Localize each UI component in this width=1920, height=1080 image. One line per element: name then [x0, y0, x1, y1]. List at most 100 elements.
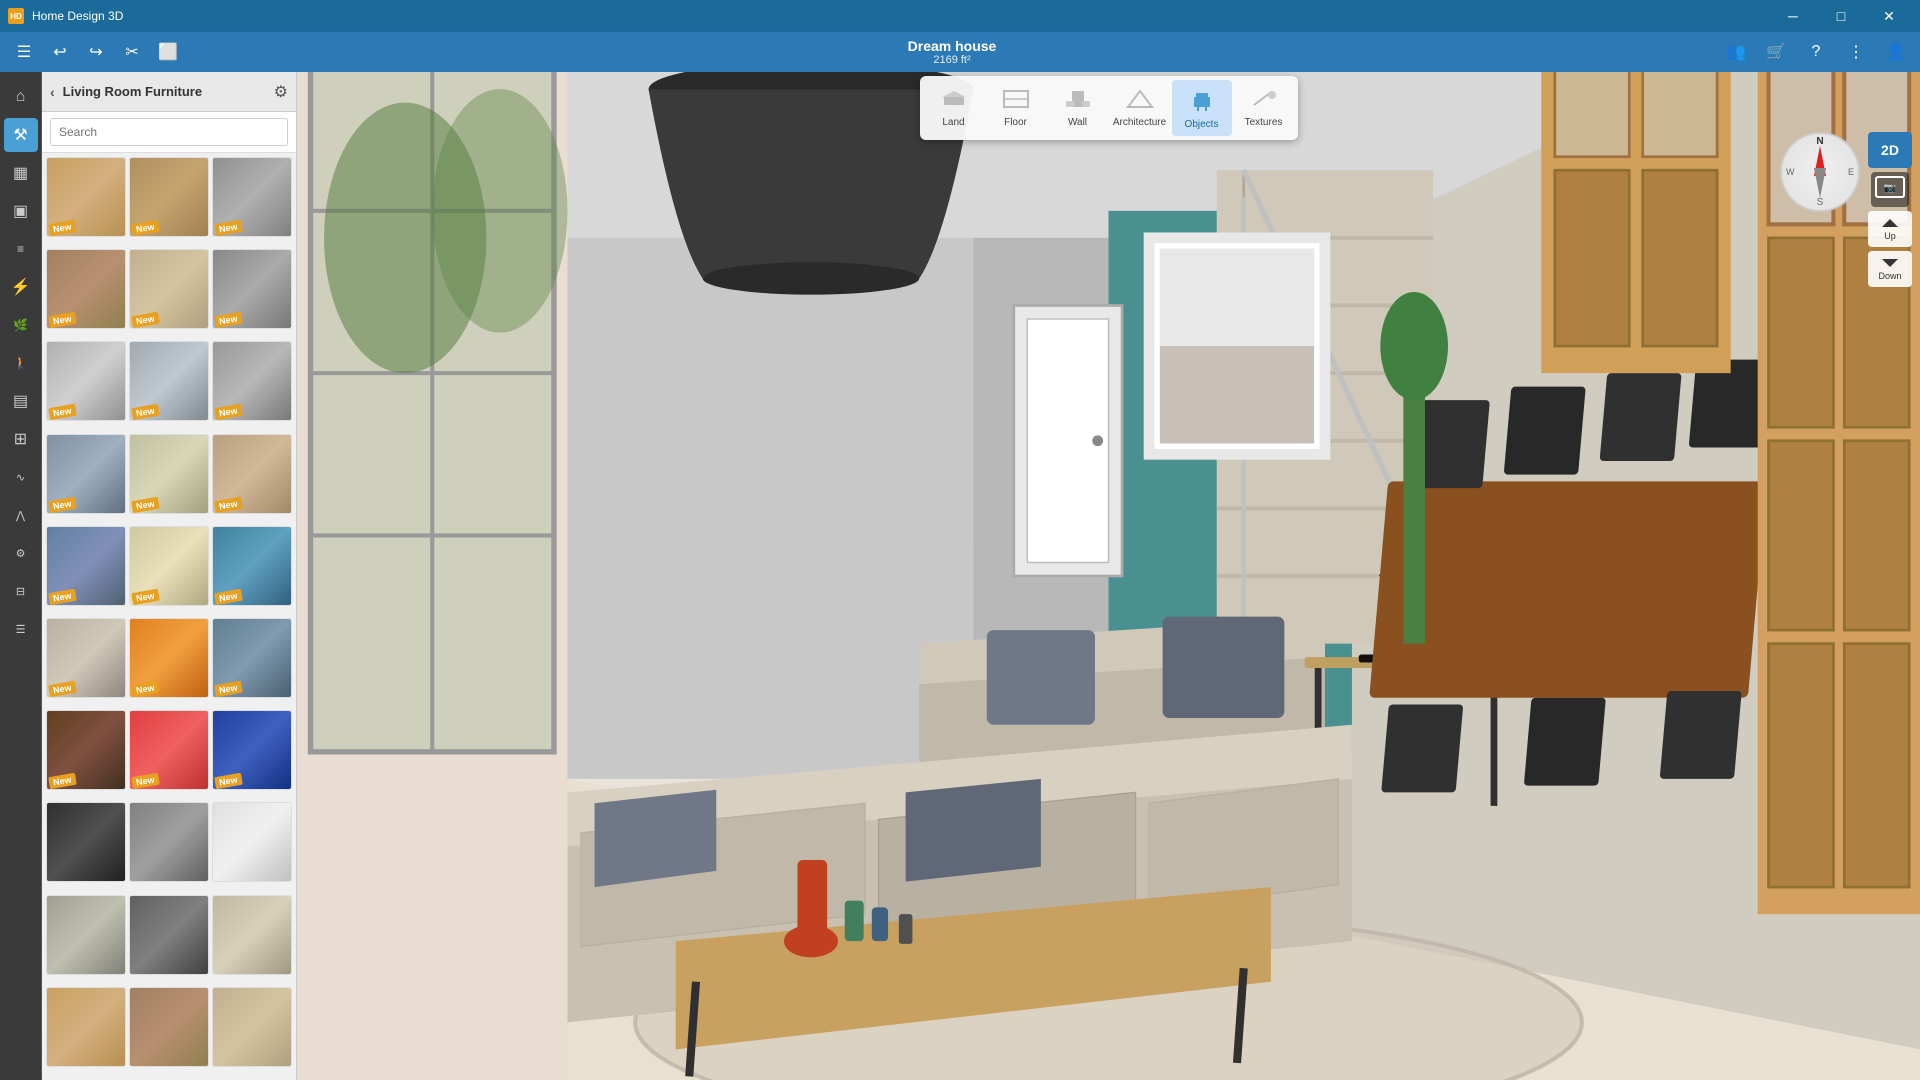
panel-title: Living Room Furniture	[63, 84, 266, 99]
furniture-thumb	[47, 988, 125, 1066]
list-item[interactable]: New	[212, 526, 292, 606]
help-button[interactable]: ?	[1800, 36, 1832, 68]
list-item[interactable]: New	[212, 710, 292, 790]
list-item[interactable]: New	[129, 434, 209, 514]
list-item[interactable]: New	[129, 618, 209, 698]
list-item[interactable]: New	[129, 341, 209, 421]
account-button[interactable]: 👤	[1880, 36, 1912, 68]
users-button[interactable]: 👥	[1720, 36, 1752, 68]
list-item[interactable]: New	[212, 434, 292, 514]
menu-button[interactable]: ☰	[8, 36, 40, 68]
view-land-button[interactable]: Land	[924, 80, 984, 136]
list-item[interactable]: New	[212, 157, 292, 237]
more-button[interactable]: ⋮	[1840, 36, 1872, 68]
left-icon-furniture[interactable]: ▣	[4, 194, 38, 228]
furniture-thumb	[130, 896, 208, 974]
view-floor-button[interactable]: Floor	[986, 80, 1046, 136]
list-item[interactable]	[46, 987, 126, 1067]
close-button[interactable]: ✕	[1866, 0, 1912, 32]
list-item[interactable]	[129, 802, 209, 882]
list-item[interactable]: New	[212, 618, 292, 698]
list-item[interactable]: New	[46, 157, 126, 237]
furniture-thumb	[213, 896, 291, 974]
cut-button[interactable]: ✂	[116, 36, 148, 68]
undo-button[interactable]: ↩	[44, 36, 76, 68]
list-item[interactable]: New	[46, 618, 126, 698]
view-architecture-button[interactable]: Architecture	[1110, 80, 1170, 136]
view-up-button[interactable]: Up	[1868, 211, 1912, 247]
left-icon-layers[interactable]: ⊟	[4, 574, 38, 608]
furniture-grid: New New New New New New	[42, 153, 296, 1080]
copy-button[interactable]: ⬜	[152, 36, 184, 68]
list-item[interactable]: New	[129, 526, 209, 606]
list-item[interactable]: New	[212, 341, 292, 421]
left-icon-pool[interactable]: ∿	[4, 460, 38, 494]
search-input[interactable]	[50, 118, 288, 146]
textures-icon	[1250, 89, 1278, 113]
view-textures-button[interactable]: Textures	[1234, 80, 1294, 136]
compass: N S E W	[1780, 132, 1860, 212]
architecture-icon	[1126, 89, 1154, 113]
left-icon-terrain[interactable]: ⋀	[4, 498, 38, 532]
left-icon-electrical[interactable]: ⚡	[4, 270, 38, 304]
view-wall-label: Wall	[1068, 117, 1087, 128]
list-item[interactable]	[46, 895, 126, 975]
left-icon-more2[interactable]: ☰	[4, 612, 38, 646]
view-floor-label: Floor	[1004, 117, 1027, 128]
left-icon-rooms[interactable]: ▦	[4, 156, 38, 190]
list-item[interactable]	[129, 895, 209, 975]
left-icon-person[interactable]: 🚶	[4, 346, 38, 380]
list-item[interactable]: New	[46, 249, 126, 329]
svg-text:📷: 📷	[1884, 183, 1896, 194]
view-toolbar: Land Floor Wall Architecture	[920, 76, 1298, 140]
left-icon-fence[interactable]: ▤	[4, 384, 38, 418]
list-item[interactable]: New	[129, 157, 209, 237]
panel-settings-button[interactable]: ⚙	[274, 82, 288, 102]
view-2d-button[interactable]: 2D	[1868, 132, 1912, 168]
floor-icon	[1002, 89, 1030, 113]
furniture-thumb	[130, 988, 208, 1066]
left-icon-window[interactable]: ⊞	[4, 422, 38, 456]
list-item[interactable]: New	[46, 341, 126, 421]
view-architecture-label: Architecture	[1113, 117, 1166, 128]
maximize-button[interactable]: □	[1818, 0, 1864, 32]
redo-button[interactable]: ↪	[80, 36, 112, 68]
furniture-thumb	[47, 803, 125, 881]
list-item[interactable]: New	[129, 710, 209, 790]
list-item[interactable]: New	[46, 710, 126, 790]
left-icon-bar: ⌂ ⚒ ▦ ▣ ≡ ⚡ 🌿 🚶 ▤ ⊞ ∿ ⋀ ⚙ ⊟ ☰	[0, 72, 42, 1080]
up-label: Up	[1884, 231, 1896, 241]
view-objects-button[interactable]: Objects	[1172, 80, 1232, 136]
toolbar: ☰ ↩ ↪ ✂ ⬜ Dream house 2169 ft² 👥 🛒 ? ⋮ 👤	[0, 32, 1920, 72]
list-item[interactable]	[212, 802, 292, 882]
furniture-panel: ‹ Living Room Furniture ⚙ New New New	[42, 72, 297, 1080]
list-item[interactable]: New	[46, 526, 126, 606]
left-icon-nature[interactable]: 🌿	[4, 308, 38, 342]
viewport-3d[interactable]: Land Floor Wall Architecture	[297, 72, 1920, 1080]
view-wall-button[interactable]: Wall	[1048, 80, 1108, 136]
list-item[interactable]: New	[129, 249, 209, 329]
titlebar-controls: ─ □ ✕	[1770, 0, 1912, 32]
view-textures-label: Textures	[1245, 117, 1283, 128]
compass-west-label: W	[1786, 167, 1795, 177]
panel-back-button[interactable]: ‹	[50, 84, 55, 100]
minimize-button[interactable]: ─	[1770, 0, 1816, 32]
main-layout: ⌂ ⚒ ▦ ▣ ≡ ⚡ 🌿 🚶 ▤ ⊞ ∿ ⋀ ⚙ ⊟ ☰ ‹ Living R…	[0, 72, 1920, 1080]
list-item[interactable]	[46, 802, 126, 882]
list-item[interactable]	[212, 895, 292, 975]
app-title: Home Design 3D	[32, 9, 123, 23]
app-icon: HD	[8, 8, 24, 24]
right-view-controls: 2D 📷 Up Down	[1868, 132, 1912, 287]
furniture-thumb	[213, 803, 291, 881]
left-icon-home[interactable]: ⌂	[4, 80, 38, 114]
aerial-button[interactable]: 📷	[1871, 172, 1909, 207]
list-item[interactable]	[212, 987, 292, 1067]
left-icon-tools[interactable]: ⚒	[4, 118, 38, 152]
view-down-button[interactable]: Down	[1868, 251, 1912, 287]
list-item[interactable]: New	[46, 434, 126, 514]
left-icon-stairs[interactable]: ≡	[4, 232, 38, 266]
left-icon-group[interactable]: ⚙	[4, 536, 38, 570]
list-item[interactable]	[129, 987, 209, 1067]
list-item[interactable]: New	[212, 249, 292, 329]
cart-button[interactable]: 🛒	[1760, 36, 1792, 68]
